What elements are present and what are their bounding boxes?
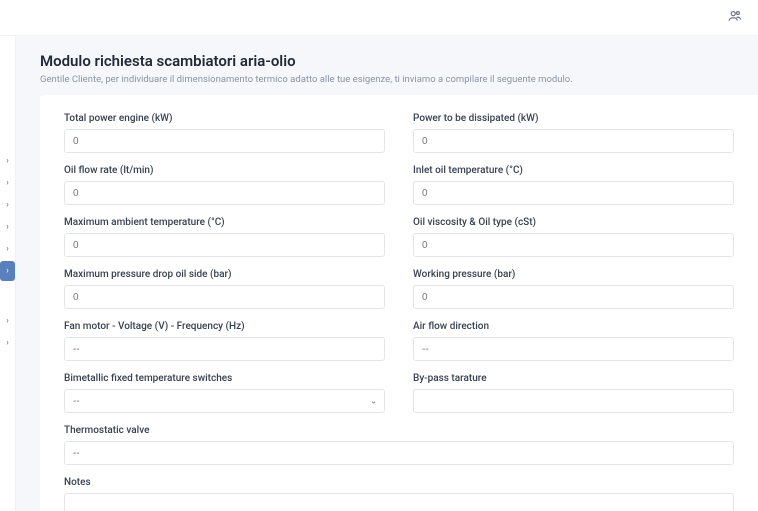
oil-viscosity-input[interactable] [413,233,734,257]
sidebar-item-0[interactable]: › [0,151,15,171]
sidebar: › › › › › › › › [0,0,16,511]
page-title: Modulo richiesta scambiatori aria-olio [40,52,734,70]
thermostatic-label: Thermostatic valve [64,425,734,436]
oil-flow-input[interactable] [64,181,385,205]
notes-label: Notes [64,477,734,488]
power-dissipated-label: Power to be dissipated (kW) [413,113,734,124]
page-header: Modulo richiesta scambiatori aria-olio G… [16,36,758,95]
thermostatic-input[interactable] [64,441,734,465]
total-power-input[interactable] [64,129,385,153]
air-flow-input[interactable] [413,337,734,361]
notes-textarea[interactable] [64,493,734,511]
power-dissipated-input[interactable] [413,129,734,153]
fan-motor-label: Fan motor - Voltage (V) - Frequency (Hz) [64,321,385,332]
sidebar-item-3[interactable]: › [0,217,15,237]
max-pressure-drop-input[interactable] [64,285,385,309]
sidebar-item-4[interactable]: › [0,239,15,259]
form-card: Total power engine (kW) Power to be diss… [40,95,758,511]
inlet-oil-temp-label: Inlet oil temperature (°C) [413,165,734,176]
sidebar-item-7[interactable]: › [0,333,15,353]
oil-viscosity-label: Oil viscosity & Oil type (cSt) [413,217,734,228]
bypass-label: By-pass tarature [413,373,734,384]
max-ambient-input[interactable] [64,233,385,257]
working-pressure-label: Working pressure (bar) [413,269,734,280]
sidebar-item-5[interactable]: › [0,261,15,281]
inlet-oil-temp-input[interactable] [413,181,734,205]
working-pressure-input[interactable] [413,285,734,309]
topbar [0,0,758,36]
total-power-label: Total power engine (kW) [64,113,385,124]
max-ambient-label: Maximum ambient temperature (°C) [64,217,385,228]
oil-flow-label: Oil flow rate (lt/min) [64,165,385,176]
sidebar-item-1[interactable]: › [0,173,15,193]
page-subtitle: Gentile Cliente, per individuare il dime… [40,74,734,85]
fan-motor-input[interactable] [64,337,385,361]
bimetallic-select[interactable]: -- [64,389,385,413]
max-pressure-drop-label: Maximum pressure drop oil side (bar) [64,269,385,280]
sidebar-item-2[interactable]: › [0,195,15,215]
air-flow-label: Air flow direction [413,321,734,332]
bypass-input[interactable] [413,389,734,413]
bimetallic-label: Bimetallic fixed temperature switches [64,373,385,384]
sidebar-item-6[interactable]: › [0,311,15,331]
main: Modulo richiesta scambiatori aria-olio G… [16,0,758,511]
user-icon[interactable] [728,9,742,27]
